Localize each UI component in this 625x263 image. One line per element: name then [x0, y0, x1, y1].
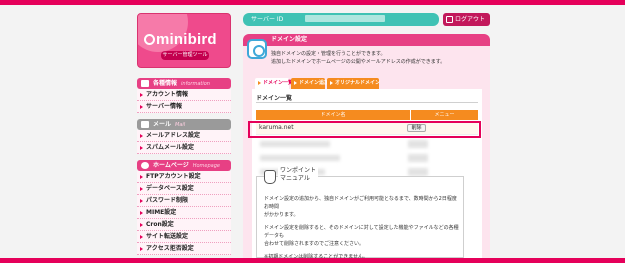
logout-button[interactable]: ログアウト: [443, 13, 490, 26]
selection-highlight: [248, 121, 481, 138]
mail-icon: [141, 121, 149, 128]
domain-list-title: ドメイン一覧: [256, 95, 293, 102]
sidebar-item-mime[interactable]: MIME設定: [137, 207, 231, 219]
server-id-bar: サーバー ID: [243, 13, 439, 26]
manual-text: ドメイン設定を削除すると、そのドメインに対して設定した機能やファイルなどの各種デ…: [264, 225, 459, 239]
col-domain-name: ドメイン名: [320, 112, 346, 118]
sidebar-item-site-forward[interactable]: サイト転送設定: [137, 231, 231, 243]
section-title-en: Mail: [175, 122, 186, 128]
top-accent-bar: [0, 0, 625, 5]
logo-brand-text: minibird: [156, 31, 217, 48]
redacted-button: [408, 140, 428, 148]
table-header: ドメイン名 メニュー: [256, 110, 478, 120]
server-id-label: サーバー ID: [251, 16, 284, 23]
manual-title-line-1: ワンポイント: [280, 167, 317, 174]
section-title: 各種情報: [153, 80, 178, 87]
section-title-en: information: [181, 81, 210, 87]
manual-title-line-2: マニュアル: [280, 175, 310, 182]
sidebar-section-homepage: ホームページ Homepage: [137, 160, 231, 171]
logo[interactable]: minibird サーバー管理ツール: [137, 13, 231, 68]
manual-text: がかかります。: [264, 212, 299, 218]
manual-body: ドメイン設定の追加から、独自ドメインがご利用可能となるまで、数時間から2日程度お…: [264, 195, 460, 263]
logo-subtitle: サーバー管理ツール: [161, 51, 209, 60]
section-title: メール: [153, 121, 172, 128]
info-icon: [141, 80, 149, 87]
globe-icon: [141, 162, 149, 169]
page-title: ドメイン設定: [243, 34, 490, 46]
manual-title: ワンポイント マニュアル: [278, 167, 319, 183]
redacted-button: [408, 168, 428, 176]
sidebar-item-password[interactable]: パスワード制限: [137, 195, 231, 207]
manual-text: 合わせて削除されますのでご注意ください。: [264, 241, 365, 247]
description-line-1: 独自ドメインの設定・管理を行うことができます。: [271, 51, 386, 57]
bottom-accent-bar: [0, 258, 625, 263]
col-menu: メニュー: [410, 110, 478, 120]
tab-original-domain[interactable]: オリジナルドメイン: [327, 78, 380, 89]
logout-icon: [446, 16, 453, 23]
logout-label: ログアウト: [455, 16, 486, 23]
sidebar-item-database[interactable]: データベース設定: [137, 183, 231, 195]
logo-o-icon: [144, 34, 155, 45]
sidebar-section-mail: メール Mail: [137, 119, 231, 130]
description-line-2: 追加したドメインでホームページの公開やメールアドレスの作成ができます。: [271, 59, 446, 65]
sidebar-item-cron[interactable]: Cron設定: [137, 219, 231, 231]
tab-domain-add[interactable]: ドメイン追加: [291, 78, 329, 89]
sidebar: 各種情報 information アカウント情報 サーバー情報 メール Mail メ…: [137, 78, 231, 255]
sidebar-item-mail-address[interactable]: メールアドレス設定: [137, 130, 231, 142]
sidebar-section-info: 各種情報 information: [137, 78, 231, 89]
redacted-row: [260, 141, 330, 147]
redacted-button: [408, 154, 428, 162]
sidebar-item-access-deny[interactable]: アクセス拒否設定: [137, 243, 231, 255]
sidebar-item-spam-mail[interactable]: スパムメール設定: [137, 142, 231, 154]
sidebar-item-account-info[interactable]: アカウント情報: [137, 89, 231, 101]
tab-domain-list[interactable]: ドメイン一覧: [255, 78, 293, 89]
hand-pointer-icon: [264, 170, 276, 184]
divider: [256, 102, 478, 103]
section-title-en: Homepage: [192, 163, 220, 169]
domain-settings-icon: [247, 39, 267, 59]
sidebar-item-server-info[interactable]: サーバー情報: [137, 101, 231, 113]
sidebar-item-ftp[interactable]: FTPアカウント設定: [137, 171, 231, 183]
redacted-row: [260, 155, 340, 161]
section-title: ホームページ: [153, 162, 189, 169]
logo-brand: minibird: [144, 31, 217, 48]
page-description: 独自ドメインの設定・管理を行うことができます。 追加したドメインでホームページの…: [271, 50, 445, 66]
server-id-value-redacted: [305, 15, 386, 22]
manual-text: ドメイン設定の追加から、独自ドメインがご利用可能となるまで、数時間から2日程度お…: [264, 196, 457, 210]
